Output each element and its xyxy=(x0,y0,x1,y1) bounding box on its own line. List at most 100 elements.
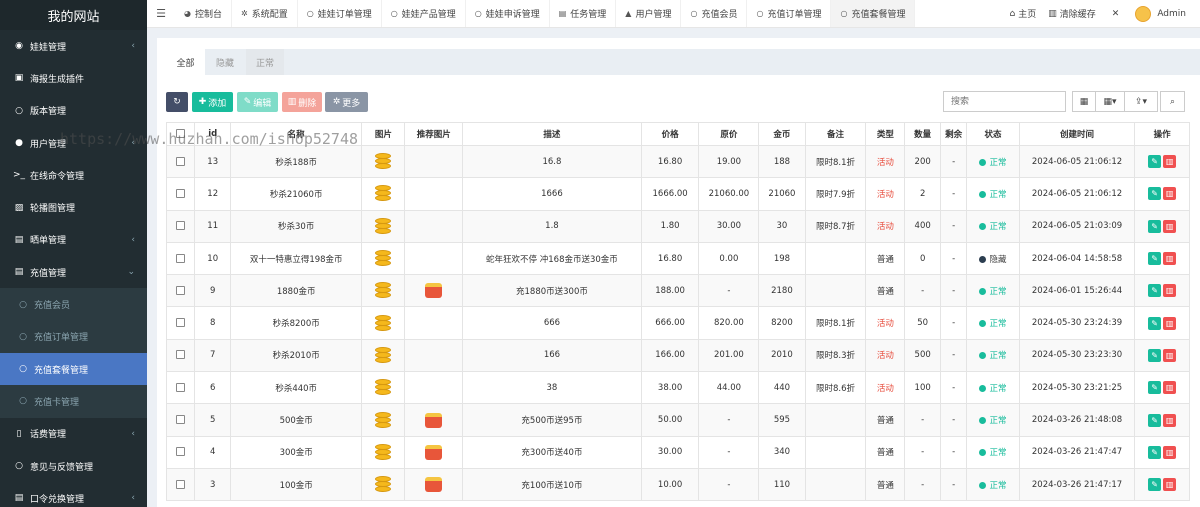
coin-stack-image[interactable] xyxy=(373,184,393,203)
sidebar-item[interactable]: ● 用户管理 ‹ xyxy=(0,127,147,159)
delete-row-button[interactable]: ▥ xyxy=(1163,445,1177,459)
site-logo[interactable]: 我的网站 xyxy=(0,0,147,30)
sidebar-item[interactable]: ▣ 海报生成插件 xyxy=(0,62,147,94)
nav-tab[interactable]: ✲ 系统配置 xyxy=(232,0,298,27)
nav-tab[interactable]: ▤ 任务管理 xyxy=(550,0,617,27)
coin-stack-image[interactable] xyxy=(373,217,393,236)
row-checkbox[interactable] xyxy=(176,221,186,231)
delete-row-button[interactable]: ▥ xyxy=(1163,381,1177,395)
sidebar-item[interactable]: ▤ 口令兑换管理 ‹ xyxy=(0,482,147,507)
edit-row-button[interactable]: ✎ xyxy=(1148,252,1162,266)
row-checkbox-cell[interactable] xyxy=(165,209,196,243)
coin-stack-image[interactable] xyxy=(373,346,393,365)
coin-stack-image[interactable] xyxy=(373,411,393,430)
table-row[interactable]: 4 300金币 充300币送40币 30.00-340 普通 - - 正常 2024-03-26… xyxy=(165,435,1190,469)
edit-row-button[interactable]: ✎ xyxy=(1148,219,1162,233)
nav-tab[interactable]: ○ 娃娃申诉管理 xyxy=(466,0,550,27)
coin-stack-image[interactable] xyxy=(373,443,393,462)
row-checkbox[interactable] xyxy=(176,285,186,295)
nav-tab[interactable]: ○ 充值套餐管理 xyxy=(831,0,916,27)
gift-box-image[interactable] xyxy=(425,477,443,493)
search-input[interactable] xyxy=(943,91,1066,112)
edit-row-button[interactable]: ✎ xyxy=(1148,187,1162,201)
row-checkbox-cell[interactable] xyxy=(165,467,196,502)
coin-stack-image[interactable] xyxy=(373,152,393,171)
edit-row-button[interactable]: ✎ xyxy=(1148,155,1162,169)
nav-tab[interactable]: ○ 娃娃产品管理 xyxy=(382,0,466,27)
edit-row-button[interactable]: ✎ xyxy=(1148,316,1162,330)
search-button[interactable]: ⌕ xyxy=(1160,91,1185,112)
row-checkbox[interactable] xyxy=(176,479,186,489)
coin-stack-image[interactable] xyxy=(373,314,393,333)
sidebar-item[interactable]: ○ 版本管理 xyxy=(0,95,147,127)
delete-row-button[interactable]: ▥ xyxy=(1163,348,1177,362)
sidebar-item[interactable]: ▤ 晒单管理 ‹ xyxy=(0,224,147,256)
select-all-checkbox[interactable] xyxy=(176,129,186,138)
sidebar-item[interactable]: ▨ 轮播图管理 xyxy=(0,191,147,223)
edit-row-button[interactable]: ✎ xyxy=(1148,445,1162,459)
table-row[interactable]: 12 秒杀21060币 1666 1666.00 21060.00 21060 限时7.9折… xyxy=(165,177,1190,211)
delete-row-button[interactable]: ▥ xyxy=(1163,478,1177,492)
row-checkbox-cell[interactable] xyxy=(165,241,196,276)
delete-row-button[interactable]: ▥ xyxy=(1163,219,1177,233)
row-checkbox-cell[interactable] xyxy=(165,274,196,308)
delete-row-button[interactable]: ▥ xyxy=(1163,252,1177,266)
nav-tab[interactable]: ▲ 用户管理 xyxy=(616,0,682,27)
table-row[interactable]: 11 秒杀30币 1.8 1.80 30.00 30 限时8.7折 活动 400- 正常 2024-… xyxy=(165,209,1190,243)
row-checkbox-cell[interactable] xyxy=(165,435,196,469)
table-row[interactable]: 5 500金币 充500币送95币 50.00-595 普通 - - 正常 2024-03-26… xyxy=(165,403,1190,437)
edit-row-button[interactable]: ✎ xyxy=(1148,413,1162,427)
row-checkbox[interactable] xyxy=(176,156,186,166)
sidebar-item[interactable]: ○ 充值卡管理 xyxy=(0,385,147,418)
nav-tab[interactable]: ○ 充值会员 xyxy=(681,0,748,27)
nav-tab[interactable]: ○ 娃娃订单管理 xyxy=(298,0,382,27)
table-row[interactable]: 10 双十一特惠立得198金币 蛇年狂欢不停 冲168金币送30金币 16.80 0.0… xyxy=(165,241,1190,276)
row-checkbox-cell[interactable] xyxy=(165,338,196,373)
row-checkbox[interactable] xyxy=(176,415,186,425)
sidebar-item[interactable]: >_ 在线命令管理 xyxy=(0,159,147,191)
tab-hidden[interactable]: 隐藏 xyxy=(205,49,245,75)
row-checkbox[interactable] xyxy=(176,382,186,392)
columns-button[interactable]: ▦▾ xyxy=(1095,91,1125,112)
coin-stack-image[interactable] xyxy=(373,249,393,268)
delete-button[interactable]: ▥ 删除 xyxy=(282,92,322,112)
add-button[interactable]: ✚ 添加 xyxy=(192,92,233,112)
gift-box-image[interactable] xyxy=(425,412,443,428)
sidebar-item[interactable]: ○ 充值套餐管理 xyxy=(0,352,147,386)
delete-row-button[interactable]: ▥ xyxy=(1163,413,1177,427)
table-row[interactable]: 13 秒杀188币 16.8 16.80 19.00 188 限时8.1折 活动 200- 正常 2… xyxy=(165,144,1190,179)
edit-row-button[interactable]: ✎ xyxy=(1148,478,1162,492)
row-checkbox[interactable] xyxy=(176,188,186,198)
row-checkbox-cell[interactable] xyxy=(165,306,196,340)
select-all-header[interactable] xyxy=(165,122,196,146)
table-row[interactable]: 3 100金币 充100币送10币 10.00-110 普通 - - 正常 2024-03-26… xyxy=(165,467,1190,502)
row-checkbox[interactable] xyxy=(176,350,186,360)
menu-toggle-icon[interactable]: ☰ xyxy=(147,0,175,27)
user-menu[interactable]: Admin xyxy=(1129,5,1200,22)
edit-row-button[interactable]: ✎ xyxy=(1148,348,1162,362)
sidebar-item[interactable]: ◉ 娃娃管理 ‹ xyxy=(0,30,147,62)
tab-normal[interactable]: 正常 xyxy=(246,49,284,75)
nav-tab[interactable]: ◕ 控制台 xyxy=(175,0,232,27)
coin-stack-image[interactable] xyxy=(373,475,393,494)
row-checkbox-cell[interactable] xyxy=(165,371,196,405)
nav-tab[interactable]: ○ 充值订单管理 xyxy=(747,0,832,27)
toggle-view-button[interactable]: ▦ xyxy=(1072,91,1096,112)
delete-row-button[interactable]: ▥ xyxy=(1163,155,1177,169)
edit-row-button[interactable]: ✎ xyxy=(1148,284,1162,298)
more-button[interactable]: ✲ 更多 xyxy=(325,92,368,112)
row-checkbox[interactable] xyxy=(176,447,186,457)
table-row[interactable]: 6 秒杀440币 38 38.00 44.00 440 限时8.6折 活动 100- 正常 2024… xyxy=(165,371,1190,405)
delete-row-button[interactable]: ▥ xyxy=(1163,284,1177,298)
gift-box-image[interactable] xyxy=(425,444,443,460)
gift-box-image[interactable] xyxy=(425,283,443,299)
export-button[interactable]: ⇪▾ xyxy=(1124,91,1158,112)
row-checkbox[interactable] xyxy=(176,253,186,263)
table-row[interactable]: 9 1880金币 充1880币送300币 188.00-2180 普通 - - 正常 2024-… xyxy=(165,274,1190,308)
refresh-button[interactable]: ↻ xyxy=(166,92,188,112)
delete-row-button[interactable]: ▥ xyxy=(1163,187,1177,201)
row-checkbox-cell[interactable] xyxy=(165,403,196,437)
sidebar-item[interactable]: ○ 充值订单管理 xyxy=(0,320,147,353)
fullscreen-icon[interactable]: ✕ xyxy=(1102,9,1130,19)
clear-cache-link[interactable]: ▥ 清除缓存 xyxy=(1042,7,1102,21)
